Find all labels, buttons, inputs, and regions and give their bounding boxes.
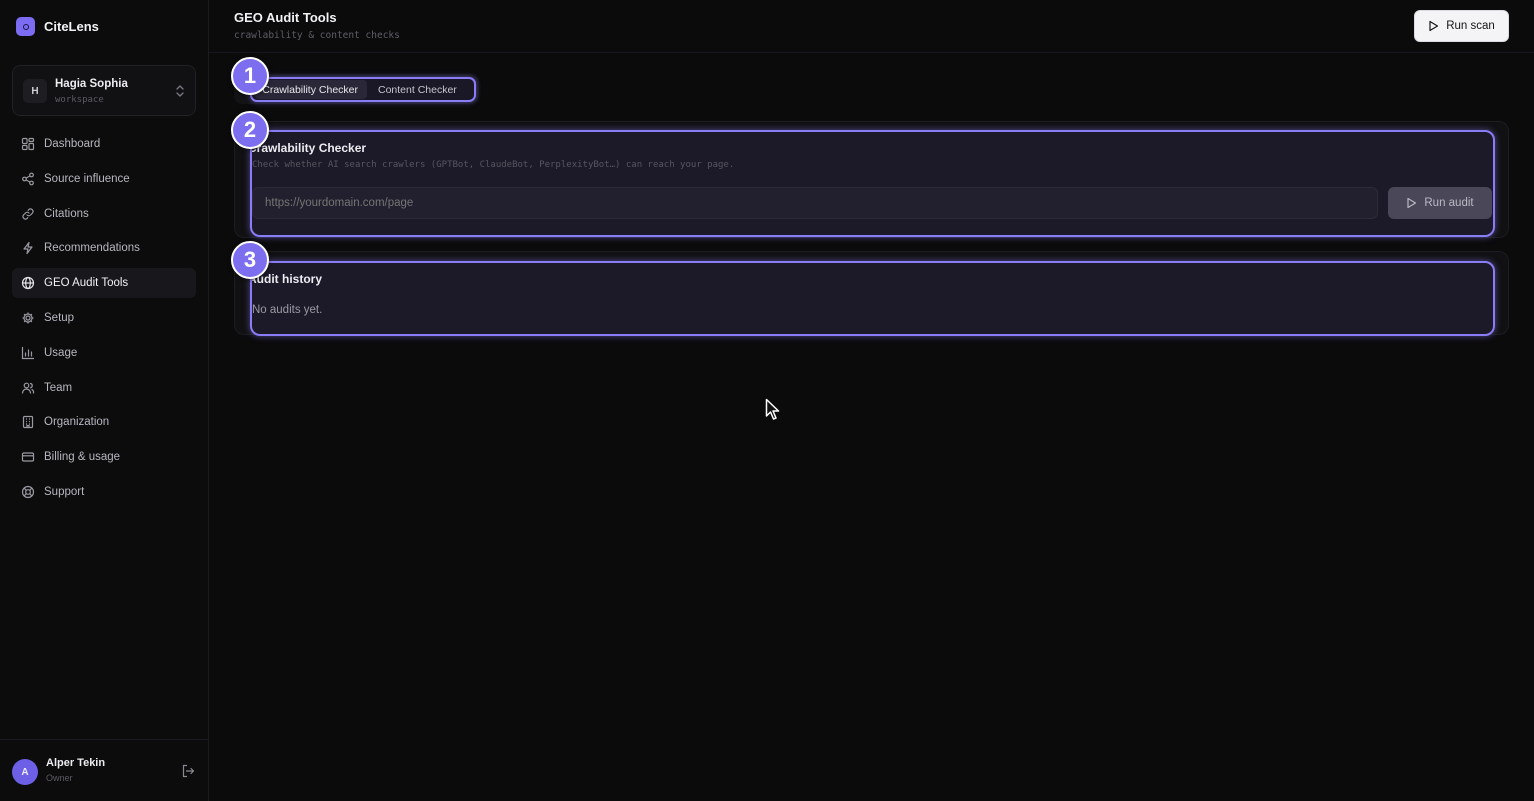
app-name: CiteLens xyxy=(44,19,99,34)
user-profile: A Alper Tekin Owner xyxy=(0,739,209,801)
sidebar-item-source-influence[interactable]: Source influence xyxy=(12,164,196,194)
audit-history-panel: Audit history No audits yet. xyxy=(250,261,1495,336)
sidebar-item-label: Source influence xyxy=(44,172,130,185)
sidebar-item-label: Team xyxy=(44,381,73,394)
tab-crawlability-checker[interactable]: Crawlability Checker xyxy=(255,80,367,99)
building-icon xyxy=(22,416,34,429)
sidebar-nav: Dashboard Source influence Citations Rec… xyxy=(12,129,196,512)
workspace-switcher[interactable]: H Hagia Sophia workspace xyxy=(12,65,196,116)
logo-icon xyxy=(16,17,35,36)
gear-icon xyxy=(22,312,34,324)
sidebar-item-label: Dashboard xyxy=(44,138,101,150)
play-icon xyxy=(1407,197,1417,209)
run-audit-button[interactable]: Run audit xyxy=(1388,187,1492,219)
sidebar-item-label: Setup xyxy=(44,311,75,324)
step-badge-1: 1 xyxy=(231,57,269,95)
sidebar-item-label: Citations xyxy=(44,207,89,220)
crawlability-checker-panel: Crawlability Checker Check whether AI se… xyxy=(250,130,1495,237)
workspace-avatar: H xyxy=(23,79,47,103)
lightning-icon xyxy=(23,242,33,255)
empty-state-text: No audits yet. xyxy=(252,304,323,316)
sidebar-item-usage[interactable]: Usage xyxy=(12,338,196,368)
checker-tabs: Crawlability Checker Content Checker xyxy=(250,77,476,102)
page-subtitle: crawlability & content checks xyxy=(234,30,400,41)
run-scan-label: Run scan xyxy=(1446,20,1495,32)
dashboard-icon xyxy=(21,137,35,151)
user-role: Owner xyxy=(46,773,73,783)
workspace-name: Hagia Sophia xyxy=(55,78,128,90)
run-scan-button[interactable]: Run scan xyxy=(1414,10,1509,42)
sidebar-item-label: Billing & usage xyxy=(44,451,121,464)
step-badge-2: 2 xyxy=(231,111,269,149)
sidebar-item-label: Support xyxy=(44,485,85,498)
logout-icon[interactable] xyxy=(181,764,195,778)
sidebar-item-setup[interactable]: Setup xyxy=(12,303,196,333)
sidebar-item-label: Usage xyxy=(44,346,78,359)
run-audit-label: Run audit xyxy=(1424,197,1474,209)
tab-content-checker[interactable]: Content Checker xyxy=(367,80,457,99)
avatar: A xyxy=(12,759,38,785)
sidebar-item-team[interactable]: Team xyxy=(12,373,196,403)
sidebar-item-citations[interactable]: Citations xyxy=(12,199,196,229)
sidebar-item-geo-audit-tools[interactable]: GEO Audit Tools xyxy=(12,268,196,299)
panel-description: Check whether AI search crawlers (GPTBot… xyxy=(252,160,735,170)
sidebar-item-recommendations[interactable]: Recommendations xyxy=(12,233,196,263)
sidebar-item-organization[interactable]: Organization xyxy=(12,407,196,437)
users-icon xyxy=(21,382,35,394)
workspace-label: workspace xyxy=(55,95,104,105)
url-input[interactable] xyxy=(252,187,1378,219)
sidebar-item-label: Recommendations xyxy=(44,242,140,255)
panel-title: Crawlability Checker xyxy=(250,141,367,155)
sidebar-item-label: Organization xyxy=(44,416,110,429)
globe-icon xyxy=(21,277,35,290)
credit-card-icon xyxy=(21,452,35,462)
play-icon xyxy=(1429,20,1439,32)
user-name: Alper Tekin xyxy=(46,757,106,769)
page-title: GEO Audit Tools xyxy=(234,10,337,25)
chevron-up-down-icon xyxy=(176,85,184,97)
share-icon xyxy=(22,172,34,186)
sidebar-item-label: GEO Audit Tools xyxy=(44,277,129,290)
mouse-cursor-icon xyxy=(765,398,780,420)
sidebar: CiteLens H Hagia Sophia workspace Dashbo… xyxy=(0,0,209,801)
step-badge-3: 3 xyxy=(231,241,269,279)
sidebar-item-dashboard[interactable]: Dashboard xyxy=(12,129,196,159)
sidebar-item-support[interactable]: Support xyxy=(12,477,196,507)
bar-chart-icon xyxy=(21,346,35,359)
page-header: GEO Audit Tools crawlability & content c… xyxy=(209,0,1534,53)
lifebuoy-icon xyxy=(21,485,35,499)
brand[interactable]: CiteLens xyxy=(16,17,99,36)
sidebar-item-billing[interactable]: Billing & usage xyxy=(12,442,196,472)
link-icon xyxy=(22,208,34,220)
